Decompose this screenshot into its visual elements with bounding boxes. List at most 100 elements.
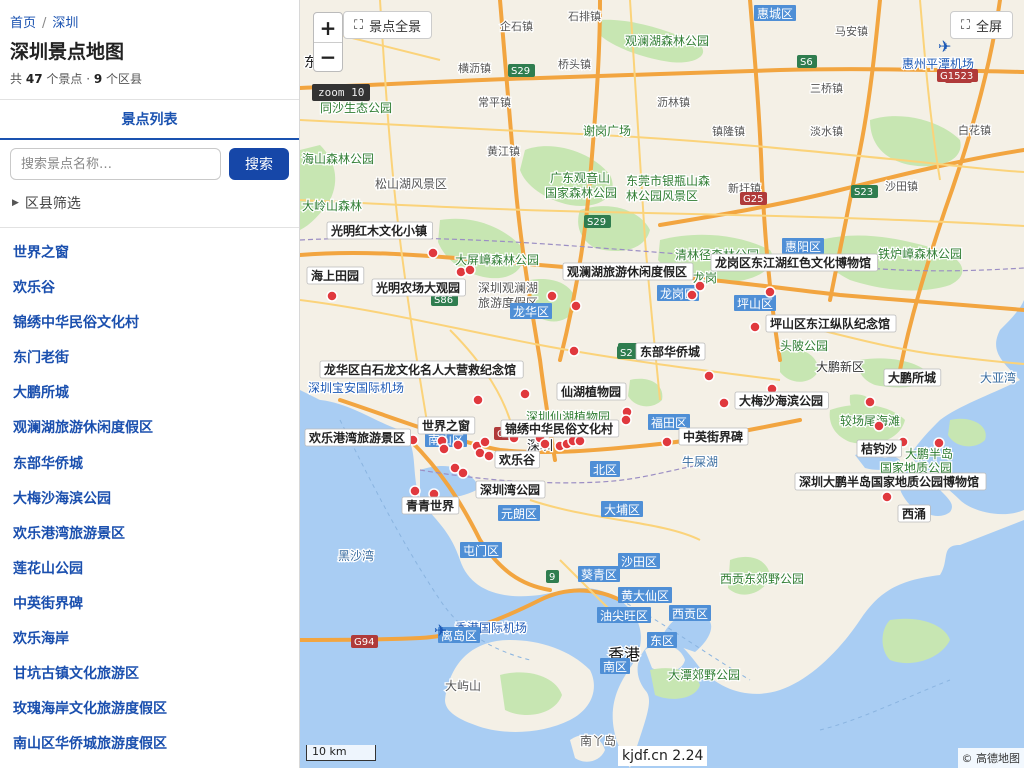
spot-list-item[interactable]: 大鹏所城 — [0, 376, 299, 411]
map-place-label: 马安镇 — [835, 24, 868, 38]
spot-list-item[interactable]: 欢乐海岸 — [0, 622, 299, 657]
district-tag-label: 元朗区 — [501, 507, 537, 521]
spot-list-item[interactable]: 甘坑古镇文化旅游区 — [0, 657, 299, 692]
spot-map-label[interactable]: 世界之窗 — [417, 416, 476, 435]
spot-list-item[interactable]: 大梅沙海滨公园 — [0, 482, 299, 517]
spot-map-label[interactable]: 西涌 — [897, 504, 931, 523]
spot-marker[interactable] — [464, 264, 476, 276]
spot-marker[interactable] — [864, 396, 876, 408]
spot-list-item[interactable]: 东门老街 — [0, 341, 299, 376]
spot-marker[interactable] — [457, 467, 469, 479]
spot-map-label[interactable]: 中英街界碑 — [678, 427, 749, 446]
spot-marker[interactable] — [409, 485, 421, 497]
spot-marker[interactable] — [483, 450, 495, 462]
spot-map-label[interactable]: 桔钓沙 — [856, 439, 902, 458]
spot-marker[interactable] — [933, 437, 945, 449]
spot-map-label[interactable]: 大梅沙海滨公园 — [734, 391, 829, 410]
breadcrumb-city-link[interactable]: 深圳 — [52, 16, 78, 31]
spot-list-item[interactable]: 欢乐港湾旅游景区 — [0, 517, 299, 552]
road-shield-label: G25 — [743, 194, 763, 205]
spot-list-item[interactable]: 莲花山公园 — [0, 552, 299, 587]
spot-marker[interactable] — [694, 280, 706, 292]
spot-marker[interactable] — [479, 436, 491, 448]
spot-map-label[interactable]: 龙华区白石龙文化名人大营救纪念馆 — [319, 360, 524, 379]
spot-marker[interactable] — [718, 397, 730, 409]
spot-marker[interactable] — [546, 290, 558, 302]
spot-list-item[interactable]: 观澜湖旅游休闲度假区 — [0, 411, 299, 446]
spot-map-label[interactable]: 光明红木文化小镇 — [326, 221, 433, 240]
district-tag: 葵青区 — [578, 566, 620, 582]
overview-button[interactable]: ⛶ 景点全景 — [343, 11, 433, 39]
spot-marker[interactable] — [749, 321, 761, 333]
spot-marker[interactable] — [472, 394, 484, 406]
map-place-label: 较场尾海滩 — [840, 413, 900, 428]
spot-map-label[interactable]: 大鹏所城 — [883, 368, 942, 387]
road-shield-label: S86 — [434, 295, 453, 306]
spot-marker[interactable] — [873, 420, 885, 432]
spot-map-label[interactable]: 坪山区东江纵队纪念馆 — [765, 314, 897, 333]
tab-spot-list[interactable]: 景点列表 — [122, 109, 178, 129]
map-place-label: 大鹏新区 — [816, 359, 864, 374]
spot-marker[interactable] — [568, 345, 580, 357]
map-place-label: 大鹏半岛 — [905, 446, 953, 461]
fullscreen-button[interactable]: ⛶ 全屏 — [949, 11, 1013, 39]
spot-map-label[interactable]: 欢乐港湾旅游景区 — [304, 428, 411, 447]
spot-map-label[interactable]: 东部华侨城 — [635, 342, 706, 361]
spot-marker[interactable] — [427, 247, 439, 259]
district-filter-label: 区县筛选 — [24, 196, 81, 212]
map-canvas[interactable]: 观澜湖森林公园 企石镇 石排镇桥头镇 横沥镇常平镇 沥林镇 三桥镇 马安镇惠州平潭机场镇隆镇… — [300, 0, 1024, 768]
spot-map-label[interactable]: 青青世界 — [401, 496, 460, 515]
spot-map-label[interactable]: 深圳大鹏半岛国家地质公园博物馆 — [794, 472, 987, 491]
spot-marker[interactable] — [703, 370, 715, 382]
zoom-out-button[interactable]: − — [314, 42, 342, 71]
spot-map-label[interactable]: 欢乐谷 — [494, 450, 540, 469]
spot-marker[interactable] — [764, 286, 776, 298]
spot-map-label-text: 深圳大鹏半岛国家地质公园博物馆 — [799, 474, 979, 489]
spot-list-item[interactable]: 东部华侨城 — [0, 447, 299, 482]
spot-marker[interactable] — [438, 443, 450, 455]
district-tag: 大埔区 — [601, 501, 643, 517]
district-filter-toggle[interactable]: ▶ 区县筛选 — [0, 180, 299, 228]
spot-marker[interactable] — [519, 388, 531, 400]
spot-map-label[interactable]: 锦绣中华民俗文化村 — [500, 419, 620, 438]
spot-map-label[interactable]: 海上田园 — [306, 266, 365, 285]
spot-marker[interactable] — [570, 300, 582, 312]
search-button[interactable]: 搜索 — [229, 148, 289, 180]
spot-marker[interactable] — [539, 438, 551, 450]
stats-spot-unit: 个景点 · — [46, 72, 91, 86]
road-shield-label: S2 — [620, 348, 633, 359]
spot-list-item[interactable]: 中英街界碑 — [0, 587, 299, 622]
spot-marker[interactable] — [574, 435, 586, 447]
breadcrumb-home-link[interactable]: 首页 — [10, 16, 36, 31]
spot-map-label[interactable]: 光明农场大观园 — [371, 278, 466, 297]
map-area[interactable]: 观澜湖森林公园 企石镇 石排镇 桥头镇 横沥镇 常平镇 沥林镇 三桥镇 马安镇 惠州平潭机场 镇隆镇… — [300, 0, 1024, 768]
spot-map-label[interactable]: 龙岗区东江湖红色文化博物馆 — [710, 253, 879, 272]
spot-list-item[interactable]: 世界之窗 — [0, 236, 299, 271]
district-tag: 东区 — [647, 632, 677, 648]
search-input[interactable] — [10, 148, 221, 180]
map-place-label: 南丫岛 — [580, 733, 616, 748]
spot-map-label[interactable]: 观澜湖旅游休闲度假区 — [562, 262, 694, 281]
spot-marker[interactable] — [881, 491, 893, 503]
spot-marker[interactable] — [686, 289, 698, 301]
spot-list-item[interactable]: 南山区华侨城旅游度假区 — [0, 727, 299, 762]
map-place-label: 松山湖风景区 — [375, 176, 447, 191]
breadcrumb: 首页 / 深圳 — [10, 14, 289, 34]
spot-list-item[interactable]: 锦绣中华民俗文化村 — [0, 306, 299, 341]
road-shield: S29 — [584, 215, 611, 228]
spot-list-item[interactable]: 欢乐谷 — [0, 271, 299, 306]
spot-list-item[interactable]: 玫瑰海岸文化旅游度假区 — [0, 692, 299, 727]
spot-marker[interactable] — [452, 439, 464, 451]
spot-map-label[interactable]: 仙湖植物园 — [556, 382, 627, 401]
spot-marker[interactable] — [661, 436, 673, 448]
map-place-label: 大潭郊野公园 — [668, 668, 740, 682]
map-place-label: 桥头镇 — [558, 57, 591, 71]
spot-map-label[interactable]: 深圳湾公园 — [475, 480, 546, 499]
map-place-label: 石排镇 — [568, 9, 601, 23]
spot-marker[interactable] — [326, 290, 338, 302]
expand-icon: ⛶ — [354, 17, 364, 33]
spot-marker[interactable] — [620, 414, 632, 426]
spot-map-label-text: 中英街界碑 — [683, 429, 743, 444]
search-row: 搜索 — [0, 140, 299, 180]
zoom-in-button[interactable]: + — [314, 13, 342, 42]
